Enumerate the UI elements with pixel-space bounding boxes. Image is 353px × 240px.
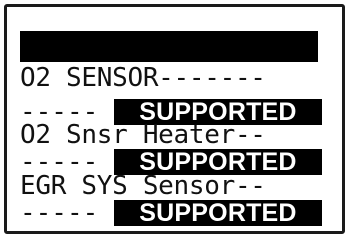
list-item-dashes: -----: [20, 198, 99, 228]
data-stream-screen: Data stream... O2 SENSOR------- ----- SU…: [20, 25, 330, 228]
list-item-name: O2 SENSOR-------: [20, 63, 266, 93]
screen-title-bar: Data stream...: [20, 31, 318, 92]
status-badge: SUPPORTED: [114, 200, 322, 226]
